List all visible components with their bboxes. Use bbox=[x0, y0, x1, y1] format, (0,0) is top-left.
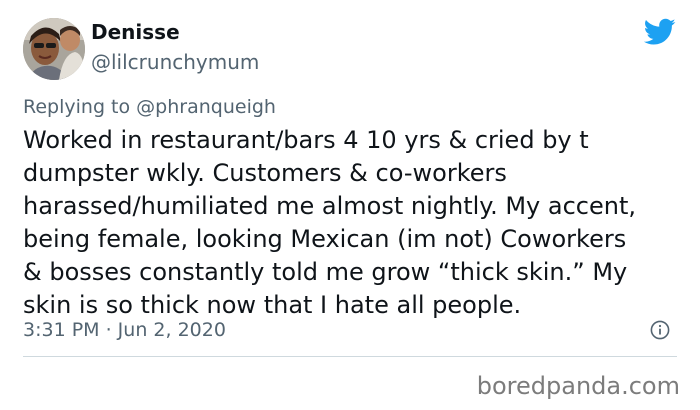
watermark-text: boredpanda.com bbox=[476, 372, 680, 400]
replying-to-prefix: Replying to bbox=[23, 96, 131, 118]
author-name[interactable]: Denisse bbox=[91, 20, 180, 44]
tweet-text: Worked in restaurant/bars 4 10 yrs & cri… bbox=[23, 126, 636, 319]
replying-to-line: Replying to @phranqueigh bbox=[23, 96, 276, 118]
info-icon[interactable] bbox=[650, 320, 670, 340]
divider bbox=[23, 356, 677, 357]
replying-to-handle-link[interactable]: @phranqueigh bbox=[136, 96, 276, 118]
avatar-photo bbox=[23, 18, 85, 80]
author-handle[interactable]: @lilcrunchymum bbox=[91, 50, 259, 74]
avatar[interactable] bbox=[23, 18, 85, 80]
twitter-bird-icon[interactable] bbox=[644, 18, 676, 46]
tweet-timestamp[interactable]: 3:31 PM · Jun 2, 2020 bbox=[23, 319, 226, 341]
